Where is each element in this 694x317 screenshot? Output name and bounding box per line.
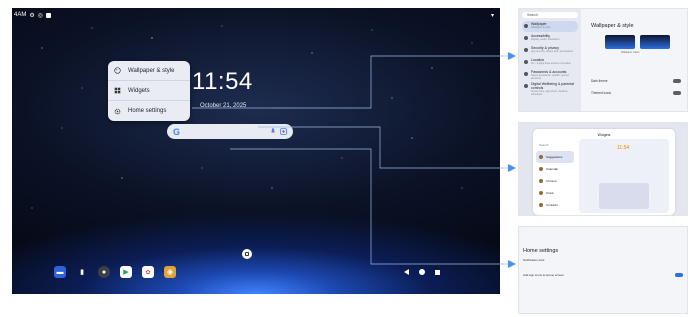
app-icon xyxy=(539,203,543,207)
row-label: Themed icons xyxy=(591,91,612,95)
home-date[interactable]: October 21, 2025 xyxy=(200,103,246,109)
add-app-icons-row[interactable]: Add app icons to Home screen xyxy=(523,273,564,277)
files-icon[interactable]: ▮ xyxy=(76,266,88,278)
lens-icon[interactable] xyxy=(280,128,287,135)
settings-item-passwords[interactable]: Passwords & accounts Saved passwords, au… xyxy=(522,69,578,80)
list-item[interactable]: Suggestions xyxy=(536,151,574,163)
home-screen-preview[interactable] xyxy=(640,35,670,49)
callout-arrow-2 xyxy=(508,164,516,172)
settings-item-sub: Screen time, app timers, bedtime schedul… xyxy=(531,90,568,96)
palette-icon xyxy=(114,67,121,74)
app-icon[interactable]: ◉ xyxy=(164,266,176,278)
page-title: Wallpaper & style xyxy=(591,23,634,29)
home-icon[interactable] xyxy=(419,269,425,275)
settings-search-input[interactable]: Search xyxy=(522,12,578,18)
wallpaper-previews[interactable] xyxy=(605,35,681,49)
app-icon xyxy=(539,179,543,183)
settings-item-wellbeing[interactable]: Digital Wellbeing & parental controls Sc… xyxy=(522,81,578,96)
status-bar: 4AM ⚙ ◎ ▾ xyxy=(14,10,494,20)
app-icon xyxy=(539,191,543,195)
settings-item-sub: Saved passwords, autofill, synced accoun… xyxy=(531,74,569,80)
chat-icon[interactable]: ▬ xyxy=(54,266,66,278)
notification-icon xyxy=(45,12,51,18)
menu-item-label: Home settings xyxy=(128,108,167,114)
dark-theme-row[interactable]: Dark theme xyxy=(591,79,681,83)
home-context-menu: Wallpaper & style Widgets Home settings xyxy=(108,61,190,121)
widget-card[interactable] xyxy=(599,183,649,209)
callout-arrow-3 xyxy=(508,260,516,268)
settings-item-accessibility[interactable]: Accessibility Display, audio, interactio… xyxy=(522,33,578,44)
home-pill-icon xyxy=(245,252,249,256)
home-pill-button[interactable] xyxy=(242,249,252,259)
widgets-list: Search Suggestions Calendar Chrome Clock… xyxy=(536,139,574,211)
settings-item-sub: Display, audio, interaction xyxy=(531,38,560,41)
camera-icon[interactable]: ● xyxy=(98,266,110,278)
wallpaper-settings-panel: Search Wallpaper Wallpaper & style Acces… xyxy=(518,8,688,112)
notification-dots-row[interactable]: Notification dots xyxy=(523,258,544,262)
play-store-icon[interactable]: ▶ xyxy=(120,266,132,278)
settings-item-sub: Wallpaper & style xyxy=(531,26,551,29)
settings-item-sub: On - 4 apps have access to location xyxy=(531,62,571,65)
navigation-keys xyxy=(404,269,440,275)
settings-item-location[interactable]: Location On - 4 apps have access to loca… xyxy=(522,57,578,68)
settings-item-sub: App security, device lock, permissions xyxy=(531,50,574,53)
lock-screen-preview[interactable] xyxy=(605,35,635,49)
widgets-icon xyxy=(114,87,121,94)
google-logo: G xyxy=(173,126,181,137)
status-time: 4AM xyxy=(14,12,27,18)
list-item[interactable]: Calendar xyxy=(536,163,574,175)
stage: 4AM ⚙ ◎ ▾ Wallpaper & style Widgets Home… xyxy=(0,0,694,317)
add-app-icons-toggle[interactable] xyxy=(675,273,683,277)
settings-item-wallpaper[interactable]: Wallpaper Wallpaper & style xyxy=(522,21,578,32)
search-widget[interactable]: G xyxy=(167,124,293,139)
wallpaper-main: Wallpaper & style Wallpaper colors Dark … xyxy=(585,9,687,111)
row-label: Dark theme xyxy=(591,79,608,83)
list-item-label: Clock xyxy=(546,191,554,195)
menu-item-home-settings[interactable]: Home settings xyxy=(108,101,190,121)
app-icon xyxy=(539,167,543,171)
menu-item-label: Widgets xyxy=(128,87,150,94)
settings-status-icon: ⚙ xyxy=(29,12,35,19)
widgets-search-input[interactable]: Search xyxy=(536,139,574,151)
widget-preview-area: 11:54 xyxy=(579,139,669,213)
callout-arrow-1 xyxy=(508,52,516,60)
dark-theme-toggle[interactable] xyxy=(673,79,681,83)
menu-item-wallpaper-style[interactable]: Wallpaper & style xyxy=(108,61,190,81)
themed-icons-toggle[interactable] xyxy=(673,91,681,95)
wallpaper xyxy=(31,25,473,209)
settings-item-security[interactable]: Security & privacy App security, device … xyxy=(522,45,578,56)
home-settings-panel: Home settings Notification dots Add app … xyxy=(518,226,688,314)
list-item[interactable]: Clock xyxy=(536,187,574,199)
back-icon[interactable] xyxy=(404,269,409,275)
home-clock[interactable]: 11:54 xyxy=(192,68,253,96)
recents-icon[interactable] xyxy=(435,269,440,275)
wallpaper-colors-label: Wallpaper colors xyxy=(621,51,640,54)
list-item[interactable]: Contacts xyxy=(536,199,574,211)
menu-item-widgets[interactable]: Widgets xyxy=(108,81,190,101)
widgets-panel: Widgets Search Suggestions Calendar Chro… xyxy=(518,122,688,216)
list-item-label: Contacts xyxy=(546,203,558,207)
themed-icons-row[interactable]: Themed icons xyxy=(591,91,681,95)
list-item[interactable]: Chrome xyxy=(536,175,574,187)
dock: ▬ ▮ ● ▶ ✿ ◉ xyxy=(54,266,176,278)
location-status-icon: ◎ xyxy=(37,12,43,19)
list-item-label: Suggestions xyxy=(546,155,563,159)
app-icon xyxy=(539,155,543,159)
wifi-icon: ▾ xyxy=(490,12,494,19)
settings-item-title: Digital Wellbeing & parental controls xyxy=(531,82,574,90)
photos-icon[interactable]: ✿ xyxy=(142,266,154,278)
widgets-title: Widgets xyxy=(597,133,611,137)
gear-icon xyxy=(114,108,121,114)
menu-item-label: Wallpaper & style xyxy=(128,67,175,74)
mic-icon[interactable] xyxy=(270,128,276,135)
home-screen: 4AM ⚙ ◎ ▾ Wallpaper & style Widgets Home… xyxy=(12,8,500,294)
widgets-sheet: Widgets Search Suggestions Calendar Chro… xyxy=(533,129,675,215)
page-title: Home settings xyxy=(523,248,559,254)
widget-clock-preview[interactable]: 11:54 xyxy=(617,145,629,151)
settings-sidebar: Search Wallpaper Wallpaper & style Acces… xyxy=(519,9,581,111)
list-item-label: Calendar xyxy=(546,167,559,171)
list-item-label: Chrome xyxy=(546,179,557,183)
